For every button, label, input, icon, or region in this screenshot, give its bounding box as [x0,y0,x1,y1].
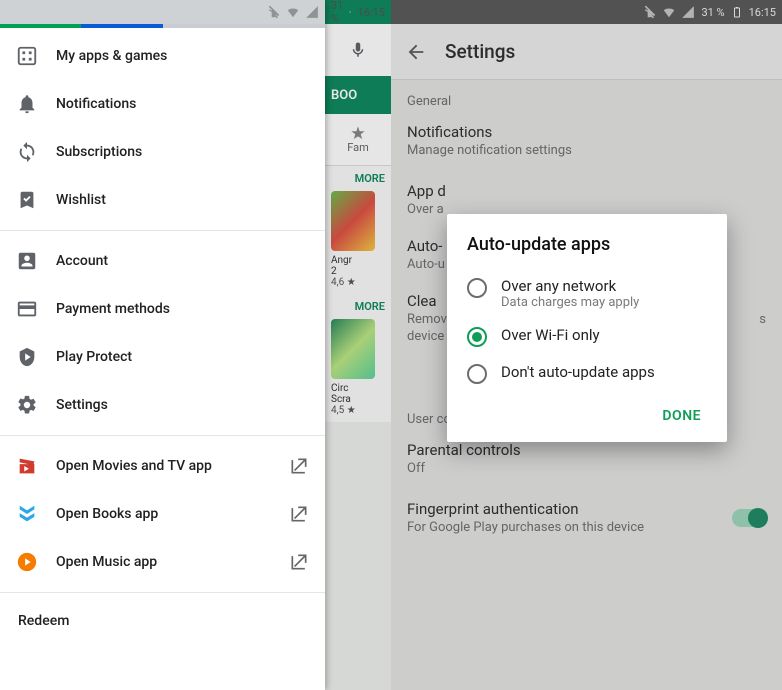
account-box-icon [16,250,56,272]
drawer-item-label: My apps & games [56,48,167,64]
signal-icon [305,5,319,19]
status-bar [0,0,325,24]
open-external-icon [289,552,309,572]
shield-play-icon [16,346,56,368]
section-header-general: General [391,80,782,113]
star-icon [350,125,366,141]
divider [0,230,325,231]
battery-text: 31 % [331,0,343,25]
wifi-icon [286,5,300,19]
vibrate-mute-icon [643,5,657,19]
drawer-item-open-books[interactable]: Open Books app [0,490,325,538]
drawer-item-play-protect[interactable]: Play Protect [0,333,325,381]
drawer-item-label: Subscriptions [56,144,142,160]
clock-text: 16:15 [358,6,385,19]
app-card[interactable]: Circ Scra 4,5 ★ [325,315,391,422]
drawer-item-account[interactable]: Account [0,237,325,285]
status-bar: 31 % 16:15 [391,0,782,24]
drawer-item-redeem[interactable]: Redeem [0,599,325,643]
radio-option-any-network[interactable]: Over any network Data charges may apply [467,269,707,318]
drawer-item-my-apps[interactable]: My apps & games [0,32,325,80]
vibrate-mute-icon [267,5,281,19]
drawer-item-label: Open Music app [56,554,157,570]
refresh-icon [16,141,56,163]
background-store-peek: 31 % 16:15 BOO Fam MORE Angr 2 4,6 ★ MOR… [325,0,391,690]
more-link[interactable]: MORE [355,300,385,313]
open-external-icon [289,456,309,476]
books-icon [16,503,56,525]
app-rating: 4,5 ★ [331,405,356,416]
drawer-item-open-music[interactable]: Open Music app [0,538,325,586]
done-button[interactable]: DONE [656,400,707,432]
radio-option-wifi-only[interactable]: Over Wi-Fi only [467,318,707,355]
auto-update-dialog: Auto-update apps Over any network Data c… [447,214,727,442]
clock-text: 16:15 [749,6,776,19]
credit-card-icon [16,298,56,320]
drawer-tab-accent [0,24,325,28]
apps-grid-icon [16,45,56,67]
drawer-item-label: Notifications [56,96,136,112]
drawer-item-label: Redeem [18,613,69,629]
wifi-icon [662,5,676,19]
drawer-item-settings[interactable]: Settings [0,381,325,429]
drawer-item-subscriptions[interactable]: Subscriptions [0,128,325,176]
page-title: Settings [445,40,515,63]
radio-icon [467,278,487,298]
fingerprint-toggle[interactable] [732,509,766,527]
divider [0,435,325,436]
radio-icon [467,364,487,384]
gear-icon [16,394,56,416]
status-bar: 31 % 16:15 [325,0,391,24]
back-button[interactable] [405,41,427,63]
app-title: Angr [331,255,352,266]
app-thumbnail [331,319,375,379]
more-link[interactable]: MORE [355,172,385,185]
drawer-list: My apps & games Notifications Subscripti… [0,28,325,643]
app-rating: 4,6 ★ [331,277,356,288]
bell-icon [16,93,56,115]
drawer-item-payment[interactable]: Payment methods [0,285,325,333]
navigation-drawer: My apps & games Notifications Subscripti… [0,0,325,690]
dialog-title: Auto-update apps [467,234,707,255]
store-tab-books[interactable]: BOO [325,76,391,114]
drawer-item-label: Open Books app [56,506,158,522]
app-card[interactable]: Angr 2 4,6 ★ [325,187,391,294]
category-family[interactable]: Fam [325,114,391,166]
bookmark-check-icon [16,189,56,211]
app-thumbnail [331,191,375,251]
mic-icon [349,41,367,59]
drawer-item-label: Payment methods [56,301,170,317]
drawer-item-label: Open Movies and TV app [56,458,212,474]
music-icon [16,551,56,573]
drawer-item-label: Account [56,253,108,269]
settings-row-notifications[interactable]: Notifications Manage notification settin… [391,113,782,172]
app-bar: Settings [391,24,782,80]
settings-row-fingerprint[interactable]: Fingerprint authentication For Google Pl… [391,490,782,549]
open-external-icon [289,504,309,524]
divider [0,592,325,593]
battery-icon [349,6,351,18]
drawer-item-open-movies[interactable]: Open Movies and TV app [0,442,325,490]
movies-icon [16,455,56,477]
drawer-item-notifications[interactable]: Notifications [0,80,325,128]
drawer-item-label: Settings [56,397,108,413]
battery-text: 31 % [701,6,724,19]
drawer-item-wishlist[interactable]: Wishlist [0,176,325,224]
signal-icon [681,5,695,19]
drawer-item-label: Wishlist [56,192,106,208]
battery-icon [731,6,743,18]
radio-option-dont-update[interactable]: Don't auto-update apps [467,355,707,392]
radio-icon [467,327,487,347]
search-bar-peek[interactable] [325,24,391,76]
app-title: Circ [331,383,348,394]
drawer-item-label: Play Protect [56,349,132,365]
